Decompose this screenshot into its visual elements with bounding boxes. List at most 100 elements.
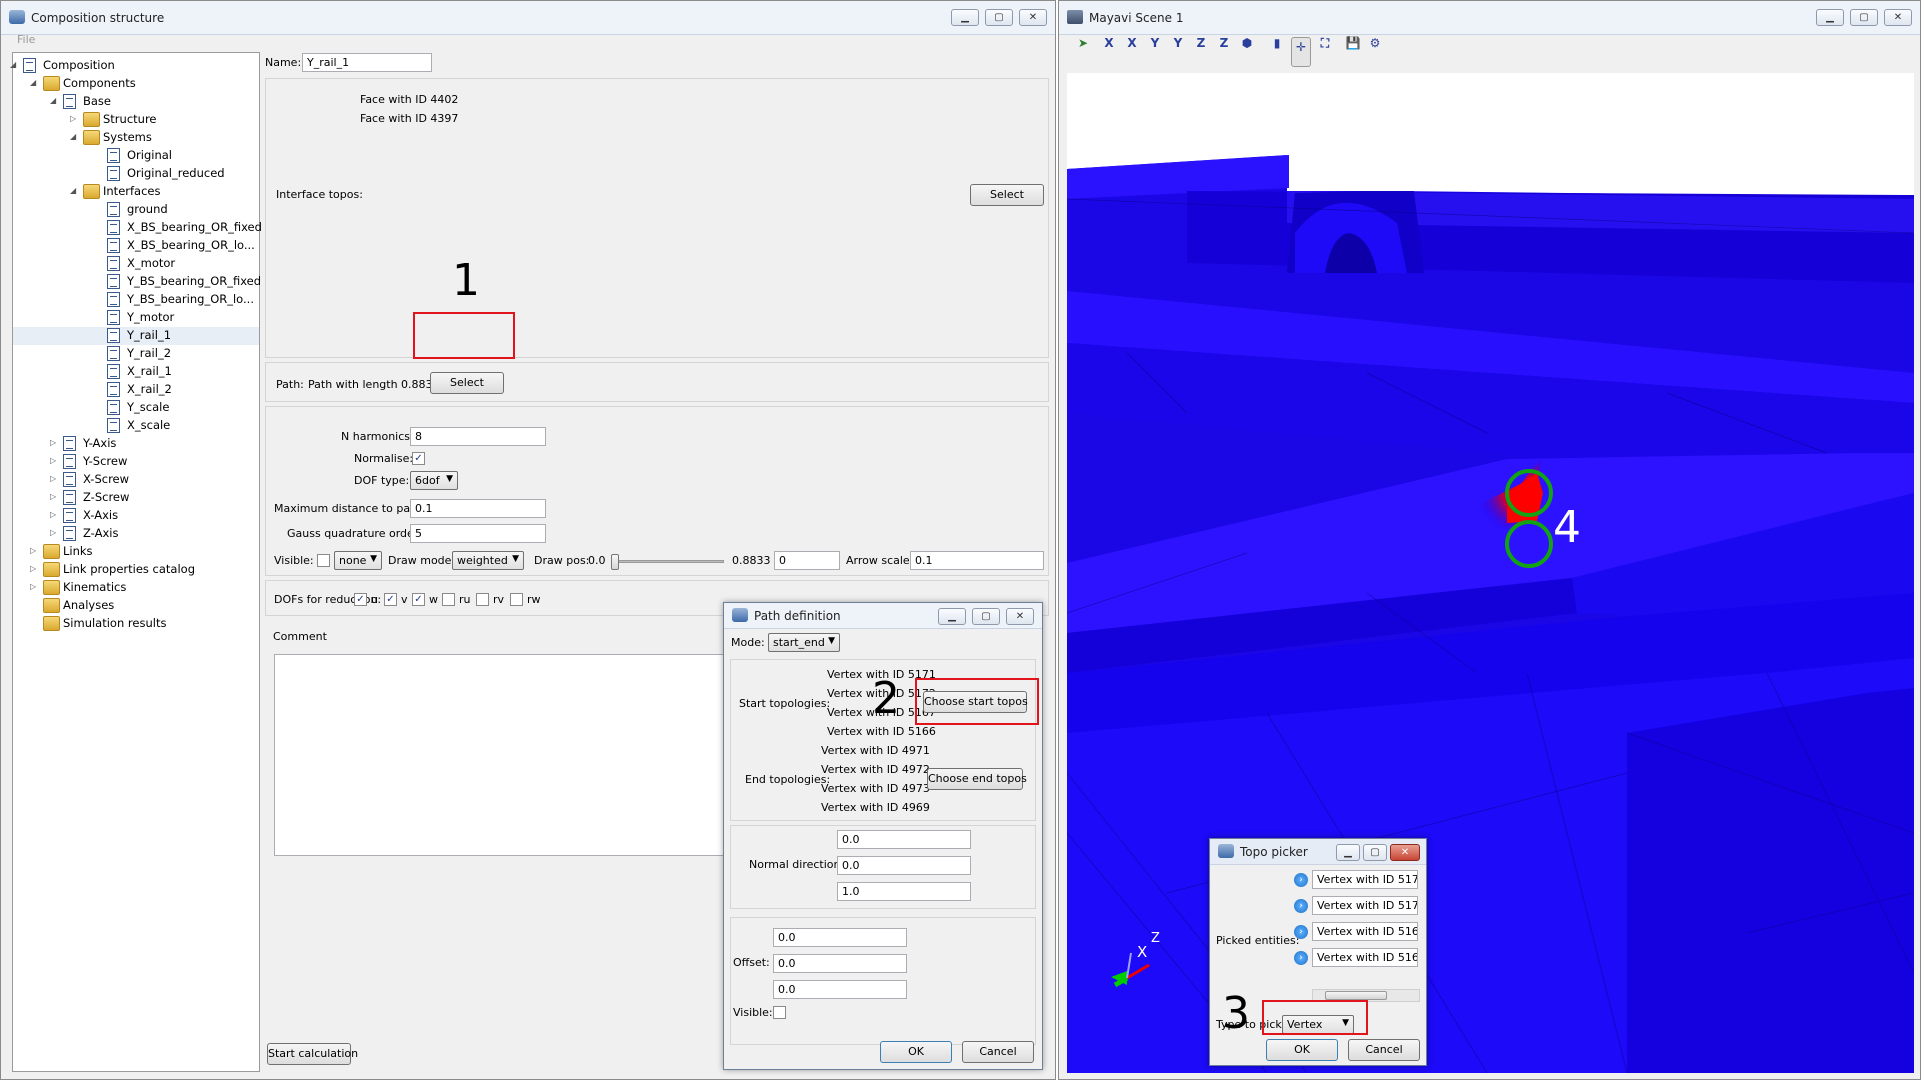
view-y-plus-icon[interactable]: Y — [1145, 34, 1165, 54]
name-input[interactable]: Y_rail_1 — [302, 53, 432, 72]
configure-icon[interactable]: ⚙ — [1365, 34, 1385, 54]
tree-item[interactable]: Original — [13, 147, 259, 165]
tree-item[interactable]: Y_motor — [13, 309, 259, 327]
start-calculation-button[interactable]: Start calculation — [267, 1043, 358, 1065]
tree-item[interactable]: ◢ Components — [13, 75, 259, 93]
offset-y-input[interactable]: 0.0 — [773, 954, 907, 973]
minimize-button[interactable]: ▁ — [951, 9, 979, 26]
view-x-minus-icon[interactable]: X — [1122, 34, 1142, 54]
tree-item[interactable]: X_scale — [13, 417, 259, 435]
axes-indicator-icon[interactable]: ✛ — [1291, 37, 1311, 67]
draw-pos-input[interactable]: 0 — [774, 551, 840, 570]
choose-end-topos-button[interactable]: Choose end topos — [927, 768, 1027, 790]
slider-handle[interactable] — [611, 554, 619, 570]
tree-item[interactable]: ▷ Kinematics — [13, 579, 259, 597]
expand-arrow-icon[interactable]: ▷ — [30, 546, 40, 555]
tree-item[interactable]: X_rail_2 — [13, 381, 259, 399]
tree-item[interactable]: Y_BS_bearing_OR_fixed — [13, 273, 261, 291]
normal-y-input[interactable]: 0.0 — [837, 856, 971, 875]
tree-item[interactable]: Y_rail_2 — [13, 345, 259, 363]
tree-item[interactable]: X_BS_bearing_OR_lo... — [13, 237, 259, 255]
tree-item[interactable]: X_BS_bearing_OR_fixed — [13, 219, 262, 237]
parallel-projection-icon[interactable]: ▮ — [1267, 34, 1287, 54]
3d-viewport[interactable]: Z X — [1067, 73, 1914, 1073]
menu-file[interactable]: File — [17, 33, 35, 46]
normalise-checkbox[interactable]: ✓ — [412, 452, 425, 465]
picked-entity-field[interactable]: Vertex with ID 5167 — [1312, 922, 1418, 941]
arrow-scale-input[interactable]: 0.1 — [910, 551, 1044, 570]
dof-checkbox-rv[interactable] — [476, 593, 489, 606]
comment-textarea[interactable] — [274, 654, 736, 856]
expand-arrow-icon[interactable]: ▷ — [50, 474, 60, 483]
tree-item[interactable]: ▷ Z-Screw — [13, 489, 259, 507]
offset-x-input[interactable]: 0.0 — [773, 928, 907, 947]
remove-entity-icon[interactable]: › — [1294, 951, 1308, 965]
tree-item[interactable]: ◢ Systems — [13, 129, 259, 147]
picked-entity-field[interactable]: Vertex with ID 5166 — [1312, 948, 1418, 967]
dof-checkbox-w[interactable]: ✓ — [412, 593, 425, 606]
n-harmonics-input[interactable]: 8 — [410, 427, 546, 446]
tree-item[interactable]: ▷ Y-Screw — [13, 453, 259, 471]
expand-arrow-icon[interactable]: ▷ — [30, 582, 40, 591]
tree-item[interactable]: X_rail_1 — [13, 363, 259, 381]
remove-entity-icon[interactable]: › — [1294, 873, 1308, 887]
tree-item[interactable]: ▷ Links — [13, 543, 259, 561]
maximize-button[interactable]: ▢ — [972, 608, 1000, 625]
dof-checkbox-rw[interactable] — [510, 593, 523, 606]
topo-ok-button[interactable]: OK — [1266, 1039, 1338, 1061]
dof-checkbox-ru[interactable] — [442, 593, 455, 606]
expand-arrow-icon[interactable]: ▷ — [50, 528, 60, 537]
draw-pos-slider[interactable] — [611, 554, 724, 570]
path-select-button[interactable]: Select — [430, 372, 504, 394]
minimize-button[interactable]: ▁ — [1336, 844, 1360, 861]
tree-item[interactable]: ▷ X-Screw — [13, 471, 259, 489]
tree-item[interactable]: Analyses — [13, 597, 259, 615]
dof-type-select[interactable]: 6dof ▼ — [410, 471, 458, 490]
expand-arrow-icon[interactable]: ▷ — [70, 114, 80, 123]
picked-entity-field[interactable]: Vertex with ID 5171 — [1312, 870, 1418, 889]
tree-item[interactable]: Original_reduced — [13, 165, 259, 183]
view-z-minus-icon[interactable]: Z — [1214, 34, 1234, 54]
close-button[interactable]: ✕ — [1390, 844, 1420, 861]
view-y-minus-icon[interactable]: Y — [1168, 34, 1188, 54]
isometric-view-icon[interactable]: ⬢ — [1237, 34, 1257, 54]
mode-select[interactable]: start_end ▼ — [768, 633, 840, 652]
draw-mode-select[interactable]: weighted ▼ — [452, 551, 524, 570]
tree-item[interactable]: ▷ Z-Axis — [13, 525, 259, 543]
path-cancel-button[interactable]: Cancel — [962, 1041, 1034, 1063]
tree-item[interactable]: ▷ X-Axis — [13, 507, 259, 525]
close-button[interactable]: ✕ — [1006, 608, 1034, 625]
normal-z-input[interactable]: 1.0 — [837, 882, 971, 901]
collapse-arrow-icon[interactable]: ◢ — [30, 78, 40, 87]
interface-select-button[interactable]: Select — [970, 184, 1044, 206]
pipeline-icon[interactable]: ➤ — [1073, 34, 1093, 54]
expand-arrow-icon[interactable]: ▷ — [50, 492, 60, 501]
offset-visible-checkbox[interactable] — [773, 1006, 786, 1019]
expand-arrow-icon[interactable]: ▷ — [50, 456, 60, 465]
tree-item[interactable]: ▷ Link properties catalog — [13, 561, 259, 579]
maximize-button[interactable]: ▢ — [985, 9, 1013, 26]
tree-item[interactable]: Y_scale — [13, 399, 259, 417]
dof-checkbox-v[interactable]: ✓ — [384, 593, 397, 606]
topo-cancel-button[interactable]: Cancel — [1348, 1039, 1420, 1061]
remove-entity-icon[interactable]: › — [1294, 899, 1308, 913]
expand-arrow-icon[interactable]: ▷ — [30, 564, 40, 573]
offset-z-input[interactable]: 0.0 — [773, 980, 907, 999]
mesh-render[interactable] — [1067, 73, 1914, 1073]
collapse-arrow-icon[interactable]: ◢ — [10, 60, 20, 69]
max-distance-input[interactable]: 0.1 — [410, 499, 546, 518]
save-icon[interactable]: 💾 — [1343, 34, 1363, 54]
expand-arrow-icon[interactable]: ▷ — [50, 438, 60, 447]
normal-x-input[interactable]: 0.0 — [837, 830, 971, 849]
tree-item[interactable]: ▷ Y-Axis — [13, 435, 259, 453]
fullscreen-icon[interactable]: ⛶ — [1315, 34, 1335, 54]
tree-item[interactable]: Simulation results — [13, 615, 259, 633]
view-z-plus-icon[interactable]: Z — [1191, 34, 1211, 54]
expand-arrow-icon[interactable]: ▷ — [50, 510, 60, 519]
collapse-arrow-icon[interactable]: ◢ — [70, 132, 80, 141]
dof-checkbox-u[interactable]: ✓ — [354, 593, 367, 606]
view-x-plus-icon[interactable]: X — [1099, 34, 1119, 54]
picked-entity-field[interactable]: Vertex with ID 5172 — [1312, 896, 1418, 915]
tree-item[interactable]: ▷ Structure — [13, 111, 259, 129]
collapse-arrow-icon[interactable]: ◢ — [50, 96, 60, 105]
